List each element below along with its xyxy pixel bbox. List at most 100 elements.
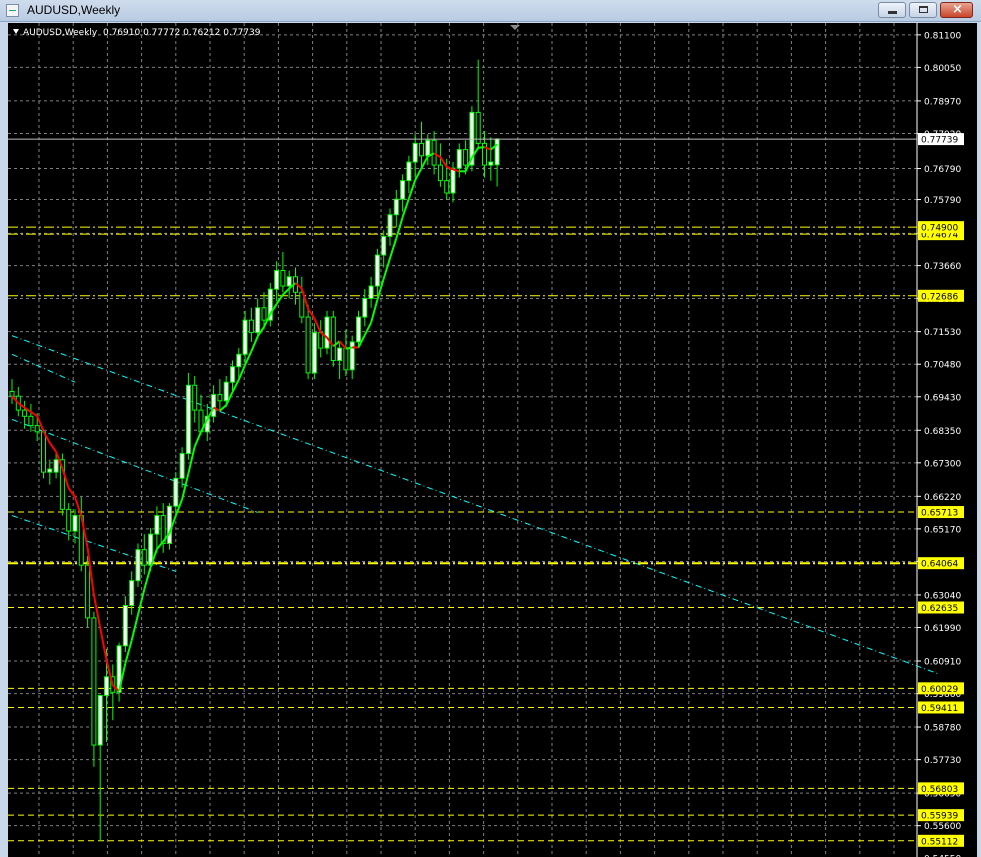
minimize-button[interactable] (878, 2, 906, 18)
candle-body (217, 394, 223, 402)
trendline-short (11, 353, 76, 383)
candle-body (53, 459, 59, 473)
candle-body (412, 142, 418, 163)
candle-body (104, 676, 109, 696)
candle-body (374, 254, 380, 287)
moving-average-segment (420, 155, 429, 169)
y-axis-tick-label: 0.76790 (924, 165, 961, 175)
candle-body (66, 508, 72, 532)
moving-average-segment (382, 257, 391, 279)
candle-body (28, 415, 34, 427)
candlestick-chart[interactable]: 0.811000.800500.789700.779200.767900.757… (8, 23, 977, 857)
moving-average-segment (370, 299, 379, 323)
candle-body (324, 316, 330, 349)
y-axis-tick-label: 0.57730 (924, 756, 961, 766)
candle-body (381, 235, 387, 256)
candle-body (236, 353, 242, 368)
close-button[interactable]: × (940, 2, 973, 18)
candle-body (425, 139, 431, 157)
chart-shift-marker[interactable] (510, 25, 520, 30)
candle-body (230, 366, 235, 383)
price-level-label: 0.60029 (921, 685, 958, 695)
moving-average-segment (130, 614, 139, 641)
window-titlebar[interactable]: AUDUSD,Weekly × (0, 0, 981, 22)
candle-body (488, 161, 494, 166)
candle-body (444, 180, 450, 194)
close-price: 0.77739 (223, 28, 261, 38)
y-axis-tick-label: 0.73660 (924, 262, 961, 272)
candle-body (494, 138, 500, 166)
candle-body (72, 515, 78, 532)
chart-window-icon (6, 4, 19, 17)
candle-body (274, 270, 280, 290)
candle-body (406, 161, 412, 182)
price-level-label: 0.72686 (921, 292, 958, 302)
y-axis-tick-label: 0.63040 (924, 591, 961, 601)
y-axis-tick-label: 0.66220 (924, 493, 961, 503)
candle-body (91, 617, 97, 746)
moving-average-segment (313, 317, 322, 333)
chart-area[interactable]: 0.811000.800500.789700.779200.767900.757… (8, 23, 977, 857)
dropdown-arrow-icon[interactable] (13, 29, 19, 34)
candle-body (173, 477, 179, 507)
candle-body (211, 394, 217, 417)
candle-body (129, 580, 135, 606)
window-title: AUDUSD,Weekly (27, 3, 121, 17)
candle-body (311, 332, 317, 374)
maximize-icon (919, 6, 928, 13)
y-axis-tick-label: 0.61990 (924, 624, 961, 634)
candle-body (34, 425, 40, 433)
moving-average-segment (74, 496, 83, 517)
maximize-button[interactable] (909, 2, 937, 18)
candle-body (192, 384, 198, 411)
moving-average-segment (99, 627, 108, 661)
trendline-long (11, 335, 939, 675)
price-level-label: 0.74900 (921, 224, 958, 234)
candle-body (47, 468, 53, 473)
candle-body (362, 297, 368, 318)
candle-body (248, 319, 254, 334)
current-price-label: 0.77739 (921, 136, 958, 146)
y-axis-tick-label: 0.68350 (924, 427, 961, 437)
candle-body (223, 381, 229, 402)
high-price: 0.77772 (143, 28, 181, 38)
y-axis-tick-label: 0.78970 (924, 97, 961, 107)
moving-average-segment (389, 237, 398, 259)
moving-average-segment (446, 166, 454, 171)
candle-body (280, 270, 286, 287)
moving-average-segment (219, 404, 227, 412)
candle-body (356, 316, 361, 343)
moving-average-segment (407, 179, 417, 199)
candle-body (85, 564, 91, 619)
price-level-label: 0.65713 (921, 509, 958, 519)
y-axis-tick-label: 0.81100 (924, 31, 961, 41)
candle-body (22, 409, 28, 417)
y-axis-tick-label: 0.75790 (924, 196, 961, 206)
moving-average-segment (401, 198, 410, 218)
candle-body (330, 316, 336, 361)
candle-body (255, 307, 261, 334)
candle-body (41, 431, 46, 473)
y-axis-tick-label: 0.65170 (924, 525, 961, 535)
price-level-label: 0.56803 (921, 785, 958, 795)
candle-body (167, 505, 172, 544)
moving-average-segment (345, 346, 353, 350)
candle-body (185, 384, 191, 455)
candle-body (305, 316, 311, 374)
candle-body (242, 319, 248, 355)
open-price: 0.76910 (102, 28, 141, 38)
candle-body (122, 604, 128, 647)
chart-symbol: AUDUSD,Weekly (23, 28, 98, 38)
y-axis-tick-label: 0.71530 (924, 328, 961, 338)
moving-average-segment (414, 167, 423, 181)
candle-body (349, 341, 355, 371)
candle-body (368, 285, 374, 299)
close-icon: × (952, 2, 963, 17)
candle-body (179, 453, 185, 479)
y-axis-tick-label: 0.58780 (924, 724, 961, 734)
candle-body (393, 198, 399, 216)
moving-average-segment (48, 442, 57, 453)
y-axis-tick-label: 0.69430 (924, 393, 961, 403)
moving-average-segment (156, 540, 164, 550)
candle-body (261, 307, 267, 321)
